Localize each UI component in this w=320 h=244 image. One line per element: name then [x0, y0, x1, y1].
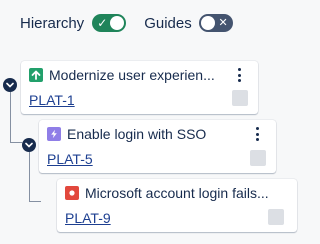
issue-key-link[interactable]: PLAT-1 — [29, 92, 75, 109]
check-icon: ✓ — [97, 16, 108, 30]
collapse-toggle[interactable] — [22, 138, 36, 152]
guides-toggle[interactable]: ✕ — [198, 14, 233, 32]
issue-key-link[interactable]: PLAT-9 — [65, 210, 111, 227]
chevron-down-icon — [6, 82, 14, 88]
hierarchy-label: Hierarchy — [20, 14, 85, 32]
tree-connector — [10, 142, 22, 143]
toggle-knob — [110, 16, 125, 30]
view-toggles: Hierarchy ✓ Guides ✕ — [20, 12, 233, 34]
tree-connector — [29, 201, 41, 202]
issue-card[interactable]: Modernize user experien... PLAT-1 — [21, 61, 258, 114]
issue-checkbox[interactable] — [250, 150, 266, 166]
collapse-toggle[interactable] — [3, 78, 17, 92]
close-icon: ✕ — [218, 17, 228, 29]
arrow-up-icon — [29, 68, 43, 82]
more-actions-icon[interactable] — [234, 67, 244, 83]
lightning-icon — [47, 127, 61, 141]
issue-checkbox[interactable] — [268, 209, 284, 225]
bug-icon — [65, 186, 79, 200]
hierarchy-toggle[interactable]: ✓ — [92, 14, 127, 32]
tree-connector — [29, 152, 30, 202]
tree-connector — [10, 92, 11, 142]
chevron-down-icon — [25, 142, 33, 148]
toggle-knob — [200, 16, 215, 30]
issue-key-link[interactable]: PLAT-5 — [47, 151, 93, 168]
issue-summary[interactable]: Modernize user experien... — [49, 66, 231, 84]
guides-label: Guides — [144, 14, 192, 32]
issue-card[interactable]: Microsoft account login fails... PLAT-9 — [57, 179, 297, 232]
more-actions-icon[interactable] — [252, 126, 262, 142]
issue-card[interactable]: Enable login with SSO PLAT-5 — [39, 120, 276, 173]
issue-checkbox[interactable] — [232, 90, 248, 106]
issue-summary[interactable]: Enable login with SSO — [67, 125, 249, 143]
issue-summary[interactable]: Microsoft account login fails... — [85, 184, 283, 202]
